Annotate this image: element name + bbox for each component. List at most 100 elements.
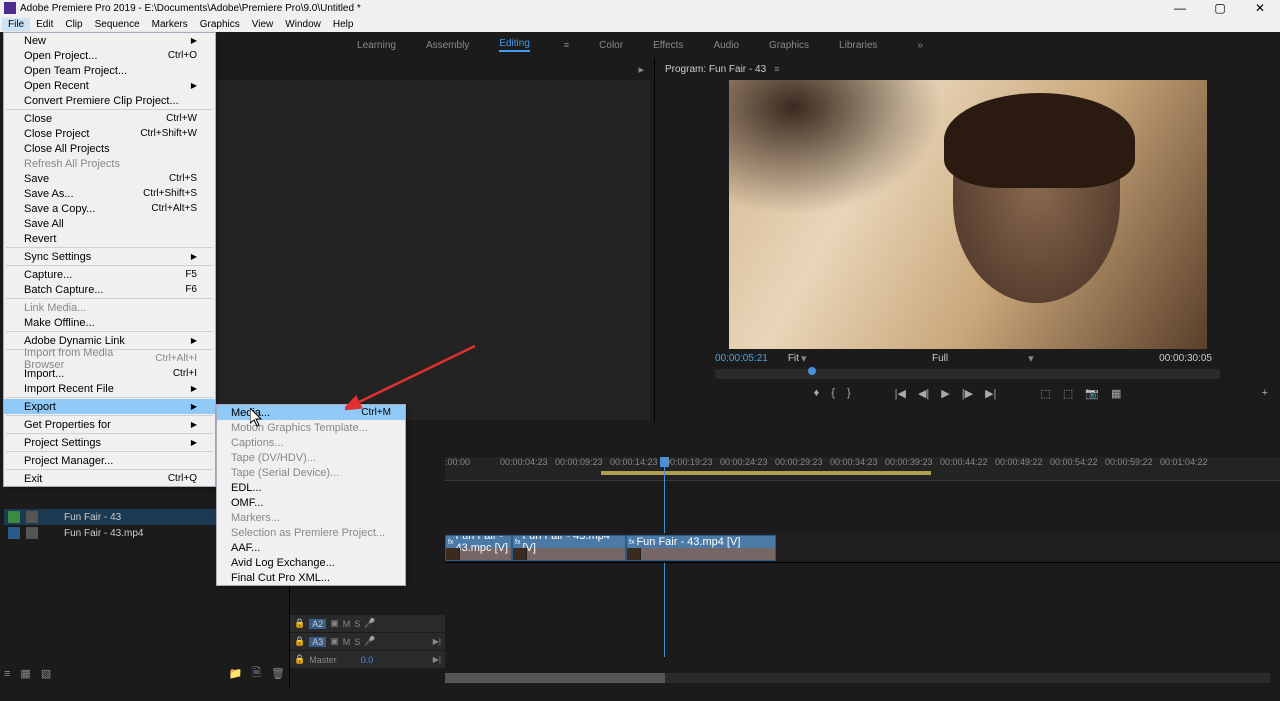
comparison-view-button[interactable]: ▦ [1111, 387, 1121, 400]
timeline-clip[interactable]: fxFun Fair - 43.mp4 [V] [512, 535, 626, 561]
menu-sequence[interactable]: Sequence [89, 18, 146, 31]
export-menu-item[interactable]: EDL... [217, 480, 405, 495]
file-menu-item[interactable]: Project Manager... [4, 453, 215, 468]
play-button[interactable]: ▶ [941, 387, 949, 400]
scrubber-playhead[interactable] [808, 367, 816, 375]
close-button[interactable]: ✕ [1240, 0, 1280, 16]
file-menu-item[interactable]: Make Offline... [4, 315, 215, 330]
icon-view-icon[interactable]: ▦ [20, 667, 30, 680]
solo-button[interactable]: S [354, 637, 360, 647]
program-scrubber[interactable] [715, 369, 1220, 379]
extract-button[interactable]: ⬚ [1063, 387, 1073, 400]
timeline-ruler[interactable]: :00:0000:00:04:2300:00:09:2300:00:14:230… [445, 457, 1280, 481]
video-track-v1[interactable]: fxFun Fair - 43.mpc [V] fxFun Fair - 43.… [445, 533, 1280, 563]
file-menu-item[interactable]: Export▶ [4, 399, 215, 414]
lift-button[interactable]: ⬚ [1040, 387, 1050, 400]
new-bin-icon[interactable]: 📁 [228, 667, 242, 680]
list-view-icon[interactable]: ≡ [4, 668, 10, 680]
file-menu-item[interactable]: Close All Projects [4, 141, 215, 156]
file-menu-item[interactable]: Project Settings▶ [4, 435, 215, 450]
work-area-bar[interactable] [601, 471, 931, 475]
ws-libraries[interactable]: Libraries [839, 40, 877, 51]
file-menu-item[interactable]: Open Team Project... [4, 63, 215, 78]
track-label[interactable]: A2 [309, 619, 326, 629]
step-forward-button[interactable]: |▶ [962, 387, 973, 400]
menu-view[interactable]: View [246, 18, 280, 31]
panel-overflow-icon[interactable]: ▸ [638, 63, 644, 76]
file-menu-item[interactable]: Save a Copy...Ctrl+Alt+S [4, 201, 215, 216]
expand-icon[interactable]: ▶| [433, 655, 441, 664]
ws-graphics[interactable]: Graphics [769, 40, 809, 51]
file-menu-item[interactable]: Open Project...Ctrl+O [4, 48, 215, 63]
program-tab[interactable]: Program: Fun Fair - 43 [661, 62, 770, 77]
menu-file[interactable]: File [2, 18, 30, 31]
timeline-clip[interactable]: fxFun Fair - 43.mp4 [V] [626, 535, 776, 561]
mark-out-button[interactable]: } [847, 387, 851, 399]
file-menu-item[interactable]: Import Recent File▶ [4, 381, 215, 396]
file-menu-item[interactable]: Get Properties for▶ [4, 417, 215, 432]
file-menu-item[interactable]: Open Recent▶ [4, 78, 215, 93]
ws-editing-menu-icon[interactable]: ≡ [564, 40, 569, 50]
file-menu-item[interactable]: Close ProjectCtrl+Shift+W [4, 126, 215, 141]
file-menu-item[interactable]: ExitCtrl+Q [4, 471, 215, 486]
lock-icon[interactable]: 🔒 [294, 618, 305, 629]
new-item-icon[interactable]: 🗎 [252, 664, 261, 683]
timeline-zoom-scroll[interactable] [445, 673, 1270, 683]
sync-lock-icon[interactable]: ▣ [330, 636, 339, 647]
export-menu-item[interactable]: AAF... [217, 540, 405, 555]
track-header-a3[interactable]: 🔒 A3 ▣ M S 🎤 ▶| [290, 633, 445, 651]
menu-graphics[interactable]: Graphics [194, 18, 246, 31]
file-menu-item[interactable]: Revert [4, 231, 215, 246]
ws-editing[interactable]: Editing [499, 38, 530, 52]
mute-button[interactable]: M [343, 619, 351, 629]
lock-icon[interactable]: 🔒 [294, 654, 305, 665]
step-back-button[interactable]: ◀| [918, 387, 929, 400]
master-value[interactable]: 0.0 [361, 655, 374, 665]
ws-audio[interactable]: Audio [713, 40, 739, 51]
ws-color[interactable]: Color [599, 40, 623, 51]
file-menu-item[interactable]: Save All [4, 216, 215, 231]
file-menu-item[interactable]: SaveCtrl+S [4, 171, 215, 186]
go-to-out-button[interactable]: ▶| [985, 387, 996, 400]
minimize-button[interactable]: — [1160, 0, 1200, 16]
ws-overflow-icon[interactable]: » [917, 40, 923, 51]
maximize-button[interactable]: ▢ [1200, 0, 1240, 16]
menu-clip[interactable]: Clip [59, 18, 88, 31]
mute-button[interactable]: M [343, 637, 351, 647]
program-monitor-video[interactable] [729, 80, 1207, 349]
menu-help[interactable]: Help [327, 18, 360, 31]
track-header-a2[interactable]: 🔒 A2 ▣ M S 🎤 [290, 615, 445, 633]
zoom-fit[interactable]: Fit [788, 353, 799, 364]
add-marker-button[interactable]: ♦ [814, 387, 820, 399]
ws-learning[interactable]: Learning [357, 40, 396, 51]
menu-markers[interactable]: Markers [146, 18, 194, 31]
track-label[interactable]: A3 [309, 637, 326, 647]
go-to-in-button[interactable]: |◀ [895, 387, 906, 400]
menu-window[interactable]: Window [279, 18, 327, 31]
export-frame-button[interactable]: 📷 [1085, 387, 1099, 400]
ws-assembly[interactable]: Assembly [426, 40, 469, 51]
ws-effects[interactable]: Effects [653, 40, 683, 51]
program-tab-menu-icon[interactable]: ≡ [774, 64, 779, 74]
export-menu-item[interactable]: Final Cut Pro XML... [217, 570, 405, 585]
mark-in-button[interactable]: { [831, 387, 835, 399]
solo-button[interactable]: S [354, 619, 360, 629]
voice-over-icon[interactable]: 🎤 [364, 636, 375, 647]
zoom-scroll-thumb[interactable] [445, 673, 665, 683]
track-header-master[interactable]: 🔒 Master 0.0 ▶| [290, 651, 445, 669]
export-menu-item[interactable]: OMF... [217, 495, 405, 510]
file-menu-item[interactable]: Save As...Ctrl+Shift+S [4, 186, 215, 201]
delete-icon[interactable]: 🗑 [271, 667, 285, 680]
export-menu-item[interactable]: Avid Log Exchange... [217, 555, 405, 570]
timecode-current[interactable]: 00:00:05:21 [715, 353, 768, 364]
file-menu-item[interactable]: CloseCtrl+W [4, 111, 215, 126]
file-menu-item[interactable]: Capture...F5 [4, 267, 215, 282]
freeform-view-icon[interactable]: ▧ [41, 667, 51, 680]
export-menu-item[interactable]: Media...Ctrl+M [217, 405, 405, 420]
sync-lock-icon[interactable]: ▣ [330, 618, 339, 629]
timeline-clip[interactable]: fxFun Fair - 43.mpc [V] [445, 535, 512, 561]
menu-edit[interactable]: Edit [30, 18, 59, 31]
file-menu-item[interactable]: Batch Capture...F6 [4, 282, 215, 297]
file-menu-item[interactable]: New▶ [4, 33, 215, 48]
file-menu-item[interactable]: Convert Premiere Clip Project... [4, 93, 215, 108]
